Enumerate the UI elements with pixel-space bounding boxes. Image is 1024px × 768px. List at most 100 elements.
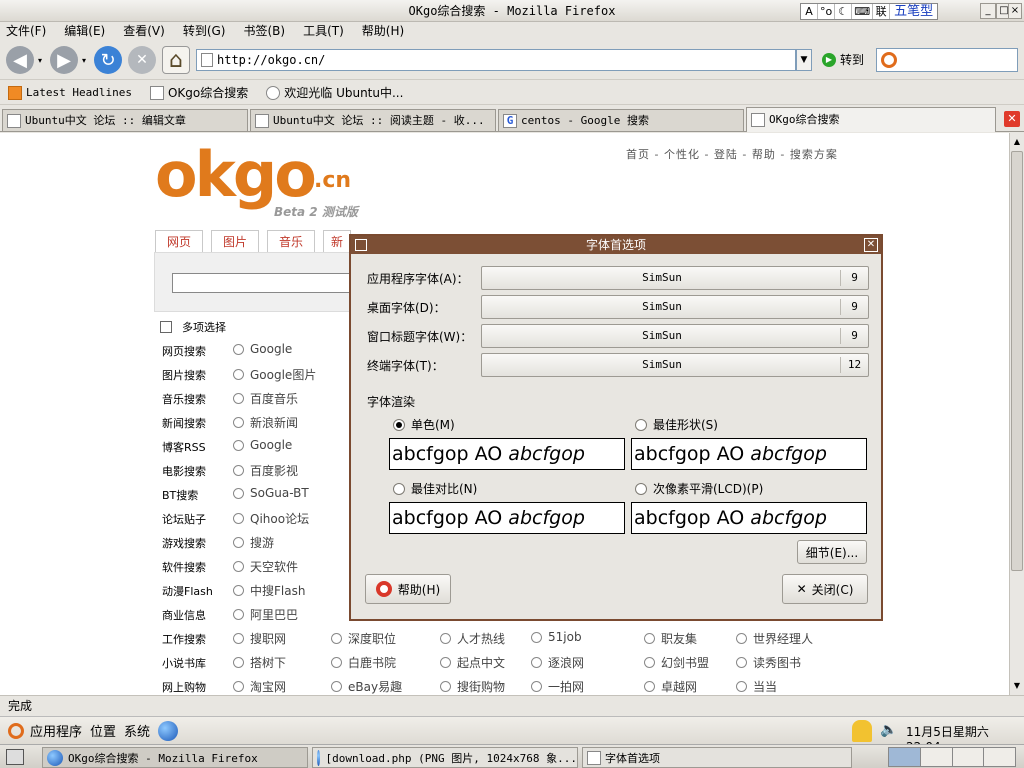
search-engine-option[interactable]: Google图片 <box>233 366 316 383</box>
close-button[interactable]: ✕ 关闭(C) <box>782 574 868 604</box>
scroll-down-icon[interactable]: ▼ <box>1011 679 1023 693</box>
user-status-icon[interactable] <box>852 720 872 742</box>
search-tab-news[interactable]: 新 <box>323 230 351 252</box>
search-engine-option[interactable]: 新浪新闻 <box>233 414 298 431</box>
tab-centos-google[interactable]: G centos - Google 搜索 <box>498 109 744 131</box>
search-engine-option[interactable]: 世界经理人 <box>736 630 813 647</box>
close-tab-icon[interactable]: ✕ <box>1004 111 1020 127</box>
workspace-4[interactable] <box>984 748 1015 766</box>
search-engine-option[interactable]: 深度职位 <box>331 630 396 647</box>
menu-help[interactable]: 帮助(H) <box>362 22 404 40</box>
render-monochrome-radio[interactable]: 单色(M) <box>393 416 455 433</box>
search-tab-music[interactable]: 音乐 <box>267 230 315 252</box>
radio-icon[interactable] <box>736 657 747 668</box>
search-engine-option[interactable]: eBay易趣 <box>331 678 402 695</box>
terminal-font-button[interactable]: SimSun 12 <box>481 353 869 377</box>
search-engine-option[interactable]: 幻剑书盟 <box>644 654 709 671</box>
radio-icon[interactable] <box>440 633 451 644</box>
radio-icon[interactable] <box>233 343 244 355</box>
search-engine-option[interactable]: 读秀图书 <box>736 654 801 671</box>
sample-monochrome[interactable]: abcfgop AO abcfgop <box>389 438 625 470</box>
search-engine-option[interactable]: 百度影视 <box>233 462 298 479</box>
dialog-menu-icon[interactable] <box>355 239 367 251</box>
search-engine-option[interactable]: 中搜Flash <box>233 582 305 599</box>
menu-go[interactable]: 转到(G) <box>183 22 226 40</box>
bookmark-ubuntu[interactable]: 欢迎光临 Ubuntu中... <box>266 84 403 101</box>
radio-icon[interactable] <box>531 681 542 692</box>
radio-icon[interactable] <box>233 585 244 596</box>
sample-subpixel[interactable]: abcfgop AO abcfgop <box>631 502 867 534</box>
ime-mode-icon[interactable]: °o <box>818 4 836 19</box>
window-title-font-button[interactable]: SimSun 9 <box>481 324 869 348</box>
radio-icon[interactable] <box>736 681 747 692</box>
multi-select-checkbox[interactable] <box>160 321 172 333</box>
search-engine-option[interactable]: 一拍网 <box>531 678 584 695</box>
radio-icon[interactable] <box>233 439 244 451</box>
go-button[interactable]: ▶ 转到 <box>822 51 864 68</box>
search-engine-option[interactable]: 搜游 <box>233 534 274 551</box>
url-input[interactable]: http://okgo.cn/ <box>196 49 796 71</box>
bookmark-okgo[interactable]: OKgo综合搜索 <box>149 84 248 101</box>
radio-icon[interactable] <box>233 393 244 404</box>
page-scrollbar[interactable]: ▲ ▼ <box>1009 133 1024 695</box>
menu-bookmarks[interactable]: 书签(B) <box>243 22 285 40</box>
radio-icon[interactable] <box>440 681 451 692</box>
radio-icon[interactable] <box>233 487 244 499</box>
search-engine-option[interactable]: 天空软件 <box>233 558 298 575</box>
search-tab-images[interactable]: 图片 <box>211 230 259 252</box>
tab-okgo[interactable]: OKgo综合搜索 <box>746 107 996 132</box>
search-engine-option[interactable]: 起点中文 <box>440 654 505 671</box>
search-tab-web[interactable]: 网页 <box>155 230 203 252</box>
search-engine-option[interactable]: 51job <box>531 630 582 644</box>
page-search-input[interactable] <box>172 273 352 293</box>
forward-icon[interactable]: ▶ <box>50 46 78 74</box>
radio-icon[interactable] <box>233 609 244 620</box>
radio-icon[interactable] <box>393 482 405 495</box>
applications-menu[interactable]: 应用程序 <box>8 721 82 740</box>
top-links[interactable]: 首页 - 个性化 - 登陆 - 帮助 - 搜索方案 <box>626 146 838 162</box>
home-icon[interactable]: ⌂ <box>162 46 190 74</box>
search-engine-option[interactable]: Google <box>233 342 292 356</box>
search-engine-option[interactable]: 百度音乐 <box>233 390 298 407</box>
back-icon[interactable]: ◀ <box>6 46 34 74</box>
scrollbar-thumb[interactable] <box>1011 151 1023 571</box>
ime-wubi-label[interactable]: 五笔型 <box>890 4 937 19</box>
search-engine-option[interactable]: SoGua-BT <box>233 486 309 500</box>
radio-icon[interactable] <box>233 513 244 524</box>
menu-tools[interactable]: 工具(T) <box>303 22 344 40</box>
details-button[interactable]: 细节(E)... <box>797 540 867 564</box>
radio-icon[interactable] <box>233 417 244 428</box>
help-button[interactable]: 帮助(H) <box>365 574 451 604</box>
render-subpixel-radio[interactable]: 次像素平滑(LCD)(P) <box>635 480 763 497</box>
radio-icon[interactable] <box>440 657 451 668</box>
reload-icon[interactable]: ↻ <box>94 46 122 74</box>
ime-toolbar[interactable]: A °o ☾ ⌨ 联 五笔型 <box>800 3 939 20</box>
render-best-contrast-radio[interactable]: 最佳对比(N) <box>393 480 477 497</box>
search-engine-option[interactable]: 职友集 <box>644 630 697 647</box>
radio-icon[interactable] <box>644 657 655 668</box>
tab-ubuntu-edit[interactable]: Ubuntu中文 论坛 :: 编辑文章 <box>2 109 248 131</box>
search-engine-option[interactable]: 卓越网 <box>644 678 697 695</box>
close-window-button[interactable]: × <box>1008 3 1022 19</box>
radio-icon[interactable] <box>233 633 244 644</box>
search-engine-option[interactable]: 人才热线 <box>440 630 505 647</box>
ime-keyboard-icon[interactable]: ⌨ <box>852 4 874 19</box>
workspace-3[interactable] <box>953 748 985 766</box>
radio-selected-icon[interactable] <box>393 418 405 431</box>
radio-icon[interactable] <box>531 631 542 643</box>
stop-icon[interactable]: ✕ <box>128 46 156 74</box>
system-menu[interactable]: 系统 <box>124 721 150 740</box>
dialog-close-icon[interactable]: ✕ <box>864 238 878 252</box>
task-firefox[interactable]: OKgo综合搜索 - Mozilla Firefox <box>42 747 308 768</box>
url-dropdown-icon[interactable]: ▼ <box>796 49 812 71</box>
search-engine-option[interactable]: 白鹿书院 <box>331 654 396 671</box>
search-engine-option[interactable]: 当当 <box>736 678 777 695</box>
menu-edit[interactable]: 编辑(E) <box>64 22 105 40</box>
workspace-2[interactable] <box>921 748 953 766</box>
search-engine-option[interactable]: 搜职网 <box>233 630 286 647</box>
back-dropdown-icon[interactable]: ▾ <box>38 56 42 65</box>
okgo-logo[interactable]: okgo <box>155 140 317 210</box>
radio-icon[interactable] <box>233 537 244 548</box>
search-engine-option[interactable]: 逐浪网 <box>531 654 584 671</box>
minimize-button[interactable]: _ <box>980 3 996 19</box>
